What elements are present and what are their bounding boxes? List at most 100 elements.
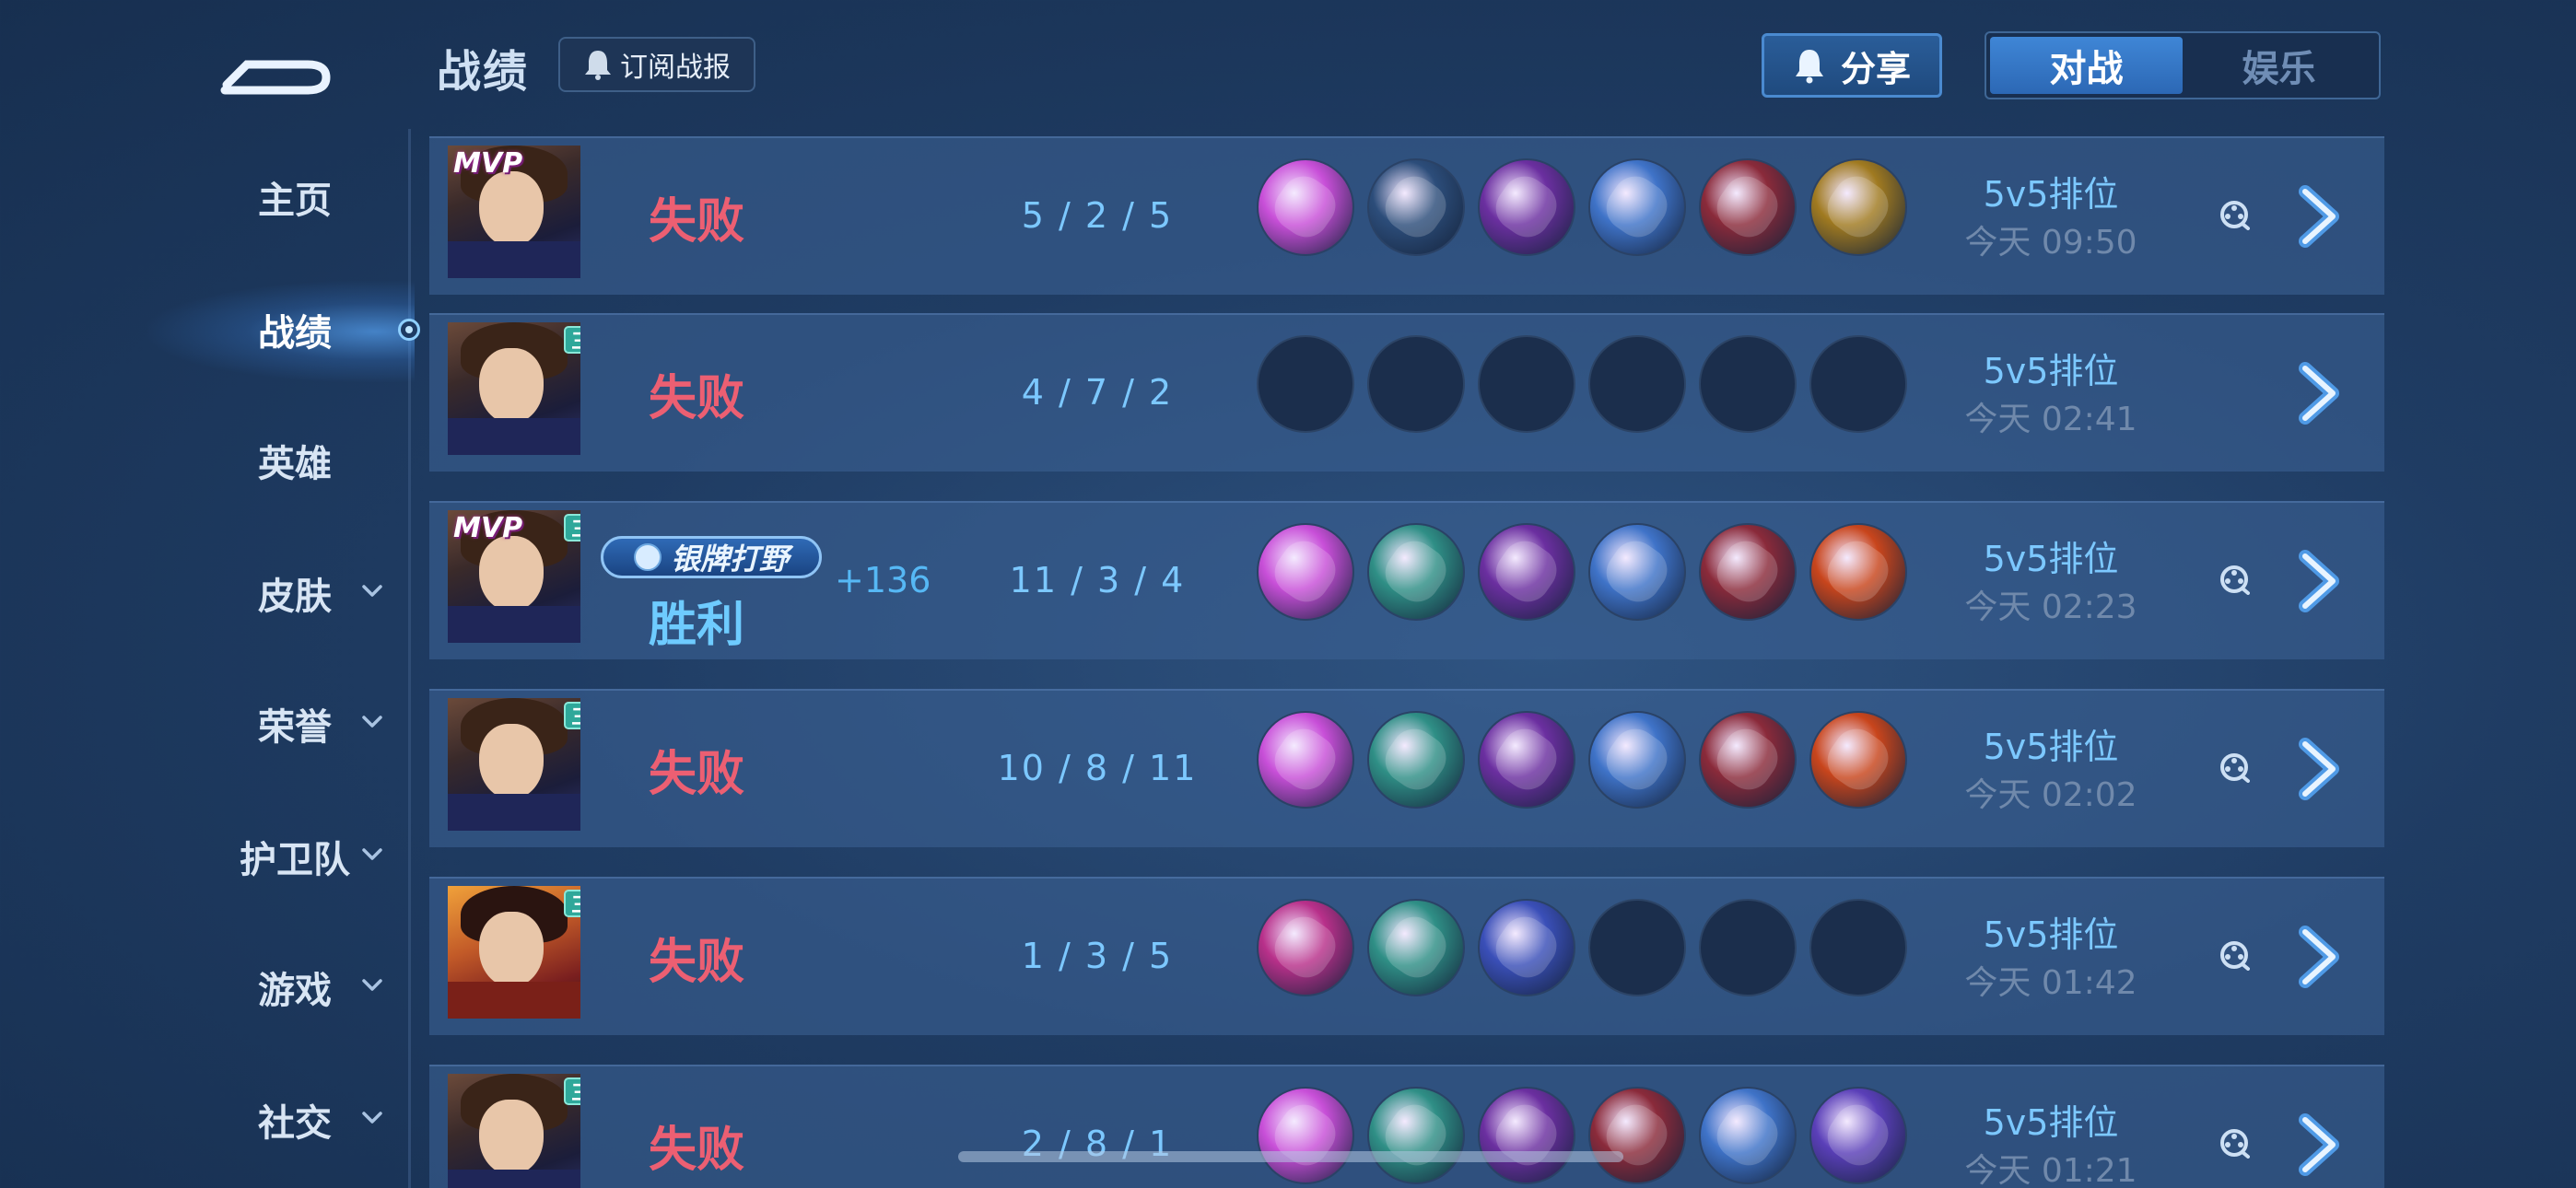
- chevron-right-icon[interactable]: [2292, 1112, 2348, 1177]
- game-mode: 5v5排位: [1983, 174, 2119, 215]
- match-time: 今天 01:42: [1964, 964, 2137, 1002]
- equipment-item-icon: [1699, 1087, 1797, 1184]
- sidebar-item-label: 主页: [258, 180, 332, 222]
- match-result: 失败: [648, 1123, 744, 1178]
- share-label: 分享: [1840, 48, 1911, 89]
- sidebar-item[interactable]: 荣誉: [184, 687, 405, 761]
- tab-battle[interactable]: 对战: [1990, 37, 2183, 94]
- match-time: 今天 01:21: [1964, 1152, 2137, 1188]
- replay-icon[interactable]: [2219, 564, 2250, 595]
- bell-icon: [1795, 50, 1823, 84]
- match-result: 失败: [648, 371, 744, 426]
- empty-item-slot: [1588, 335, 1686, 433]
- equipment-item-icon: [1257, 899, 1354, 996]
- equipment-item-icon: [1257, 523, 1354, 621]
- empty-item-slot: [1699, 335, 1797, 433]
- replay-icon[interactable]: [2219, 199, 2250, 230]
- hero-avatar[interactable]: MVP 三: [448, 510, 580, 643]
- item-build: [1257, 899, 1907, 996]
- hero-avatar[interactable]: 三: [448, 886, 580, 1019]
- game-mode: 5v5排位: [1983, 727, 2119, 767]
- mode-tag-badge: 三: [564, 514, 580, 542]
- equipment-item-icon: [1699, 158, 1797, 256]
- replay-icon[interactable]: [2219, 939, 2250, 971]
- equipment-item-icon: [1367, 523, 1465, 621]
- sidebar-item[interactable]: 主页: [184, 160, 405, 234]
- equipment-item-icon: [1588, 158, 1686, 256]
- kda-score: 4 / 7 / 2: [1021, 372, 1174, 413]
- item-build: [1257, 335, 1907, 433]
- equipment-item-icon: [1478, 158, 1575, 256]
- equipment-item-icon: [1699, 711, 1797, 809]
- sidebar-item-label: 皮肤: [258, 576, 332, 618]
- match-row[interactable]: MVP 三银牌打野胜利 +136 11 / 3 / 4 5v5排位今天 02:23: [429, 501, 2384, 659]
- page-title: 战绩: [437, 46, 530, 98]
- rank-badge: 银牌打野: [601, 536, 822, 578]
- match-result: 胜利: [648, 598, 744, 653]
- equipment-item-icon: [1367, 711, 1465, 809]
- rank-badge-label: 银牌打野: [670, 542, 789, 577]
- equipment-item-icon: [1809, 1087, 1907, 1184]
- kda-score: 11 / 3 / 4: [1009, 560, 1186, 600]
- chevron-right-icon[interactable]: [2292, 361, 2348, 425]
- mvp-badge: MVP: [453, 512, 523, 544]
- equipment-item-icon: [1478, 1087, 1575, 1184]
- chevron-down-icon: [362, 1112, 382, 1124]
- share-button[interactable]: 分享: [1762, 33, 1942, 98]
- chevron-down-icon: [362, 848, 382, 860]
- sidebar-item[interactable]: 皮肤: [184, 556, 405, 630]
- subscribe-report-button[interactable]: 订阅战报: [558, 37, 755, 92]
- chevron-right-icon[interactable]: [2292, 184, 2348, 249]
- empty-item-slot: [1809, 335, 1907, 433]
- sidebar-item-label: 游戏: [258, 970, 332, 1012]
- equipment-item-icon: [1367, 158, 1465, 256]
- empty-item-slot: [1809, 899, 1907, 996]
- empty-item-slot: [1699, 899, 1797, 996]
- equipment-item-icon: [1478, 523, 1575, 621]
- match-row[interactable]: 三失败2 / 8 / 15v5排位今天 01:21: [429, 1065, 2384, 1188]
- sidebar-item[interactable]: 战绩: [184, 293, 405, 367]
- empty-item-slot: [1367, 335, 1465, 433]
- hero-avatar[interactable]: 三: [448, 698, 580, 831]
- match-row[interactable]: 三失败 10 / 8 / 11 5v5排位今天 02:02: [429, 689, 2384, 847]
- match-row[interactable]: 三失败 4 / 7 / 2 5v5排位今天 02:41: [429, 313, 2384, 472]
- hero-avatar[interactable]: 三: [448, 322, 580, 455]
- chevron-down-icon: [362, 585, 382, 597]
- match-time: 今天 02:02: [1964, 776, 2137, 814]
- replay-icon[interactable]: [2219, 751, 2250, 783]
- mvp-badge: MVP: [453, 147, 523, 180]
- mode-tag-badge: 三: [564, 702, 580, 729]
- hero-avatar[interactable]: MVP: [448, 146, 580, 278]
- sidebar-item[interactable]: 游戏: [184, 950, 405, 1024]
- home-indicator[interactable]: [958, 1151, 1623, 1162]
- chevron-right-icon[interactable]: [2292, 549, 2348, 613]
- sidebar-item[interactable]: 社交: [184, 1083, 405, 1157]
- match-row[interactable]: MVP 失败 5 / 2 / 5 5v5排位 今天 09:50: [429, 136, 2384, 295]
- mode-tag-badge: 三: [564, 1077, 580, 1105]
- bell-icon: [585, 51, 611, 80]
- equipment-item-icon: [1809, 523, 1907, 621]
- equipment-item-icon: [1699, 523, 1797, 621]
- replay-icon[interactable]: [2219, 1127, 2250, 1159]
- equipment-item-icon: [1588, 1087, 1686, 1184]
- match-row[interactable]: 三失败 1 / 3 / 5 5v5排位今天 01:42: [429, 877, 2384, 1035]
- match-time: 今天 09:50: [1964, 224, 2137, 262]
- match-result: 失败: [648, 747, 744, 802]
- sidebar-item-label: 英雄: [258, 443, 332, 485]
- sidebar-item[interactable]: 护卫队: [184, 820, 405, 893]
- subscribe-report-label: 订阅战报: [620, 52, 731, 84]
- chevron-right-icon[interactable]: [2292, 737, 2348, 801]
- tab-entertainment[interactable]: 娱乐: [2183, 37, 2375, 94]
- sidebar-item-label: 社交: [258, 1102, 332, 1145]
- sidebar-item[interactable]: 英雄: [184, 424, 405, 497]
- hero-avatar[interactable]: 三: [448, 1074, 580, 1188]
- sidebar-item-label: 战绩: [258, 312, 332, 355]
- equipment-item-icon: [1367, 1087, 1465, 1184]
- chevron-right-icon[interactable]: [2292, 925, 2348, 989]
- back-button[interactable]: [219, 28, 339, 101]
- game-mode: 5v5排位: [1983, 539, 2119, 579]
- equipment-item-icon: [1257, 1087, 1354, 1184]
- equipment-item-icon: [1588, 711, 1686, 809]
- rank-icon: [633, 543, 662, 571]
- empty-item-slot: [1257, 335, 1354, 433]
